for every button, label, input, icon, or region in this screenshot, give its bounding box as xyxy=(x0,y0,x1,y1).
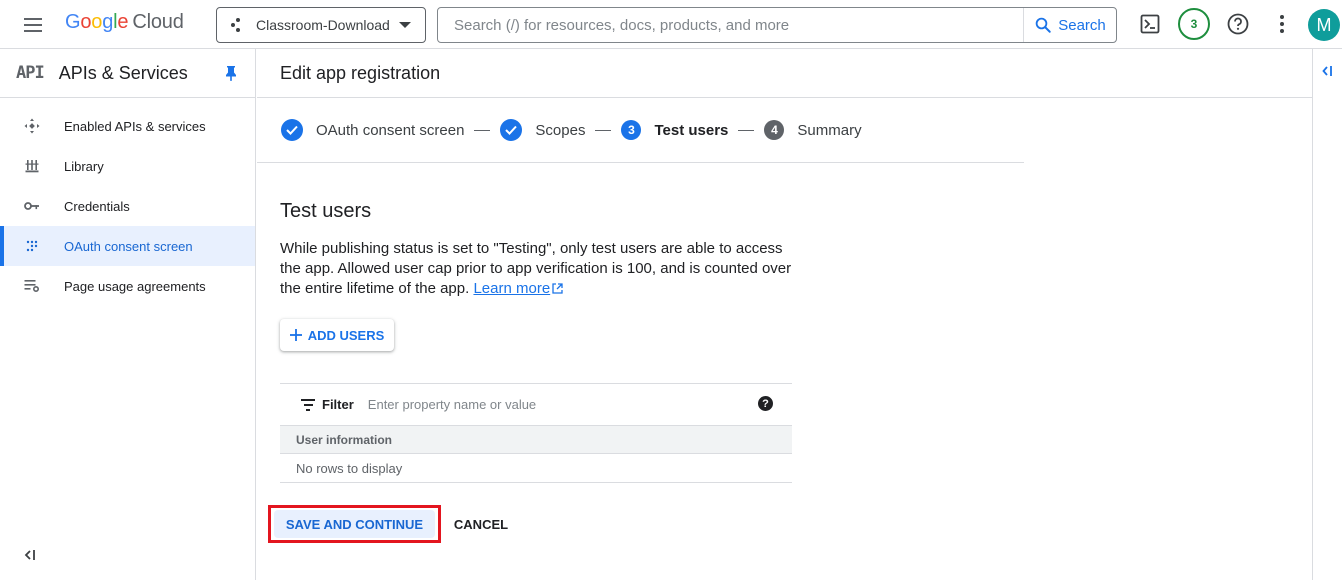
sidebar-item-enabled-apis[interactable]: Enabled APIs & services xyxy=(0,106,255,146)
filter-label: Filter xyxy=(322,397,354,412)
section-title: Test users xyxy=(280,200,372,222)
help-icon xyxy=(1227,13,1249,35)
api-logo-icon: API xyxy=(16,63,45,83)
step-number: 3 xyxy=(621,120,642,140)
filter-icon xyxy=(301,398,315,411)
learn-more-link[interactable]: Learn more xyxy=(473,280,550,297)
save-button-highlight: SAVE AND CONTINUE xyxy=(268,505,441,543)
cancel-button[interactable]: CANCEL xyxy=(448,514,514,534)
chevron-down-icon xyxy=(399,22,411,28)
help-button[interactable] xyxy=(1223,9,1253,39)
plus-icon xyxy=(289,329,302,341)
enabled-apis-icon xyxy=(24,118,40,134)
project-picker[interactable]: Classroom-Download xyxy=(216,7,426,43)
help-icon[interactable]: ? xyxy=(758,396,773,411)
test-users-table: Filter ? User information No rows to dis… xyxy=(280,383,792,483)
google-cloud-logo[interactable]: Google Cloud xyxy=(65,11,184,34)
page-title: Edit app registration xyxy=(280,62,441,83)
search-button[interactable]: Search xyxy=(1023,8,1116,42)
table-empty-row: No rows to display xyxy=(280,454,792,483)
filter-input[interactable] xyxy=(367,397,728,412)
sidebar-item-oauth-consent-screen[interactable]: OAuth consent screen xyxy=(0,226,255,266)
step-separator xyxy=(738,129,755,131)
oauth-icon xyxy=(24,238,40,254)
search-input[interactable] xyxy=(438,8,1023,42)
expand-panel-icon[interactable] xyxy=(1321,64,1335,83)
top-bar: GoogleCloud Classroom-Download Search 3 xyxy=(0,0,1342,49)
filter-bar: Filter ? xyxy=(280,383,792,425)
step-separator xyxy=(474,129,491,131)
add-users-button[interactable]: ADD USERS xyxy=(280,319,394,351)
cloud-shell-button[interactable] xyxy=(1135,9,1165,39)
step-separator xyxy=(595,129,612,131)
more-vert-icon xyxy=(1280,15,1284,33)
stepper: OAuth consent screen Scopes 3 Test users… xyxy=(257,98,1024,163)
search-bar: Search xyxy=(437,7,1117,43)
save-and-continue-button[interactable]: SAVE AND CONTINUE xyxy=(274,510,435,538)
terminal-icon xyxy=(1140,14,1160,34)
main-content: Edit app registration OAuth consent scre… xyxy=(257,49,1312,580)
step-oauth-consent-screen[interactable]: OAuth consent screen xyxy=(281,119,464,141)
project-name: Classroom-Download xyxy=(256,17,390,33)
description: While publishing status is set to "Testi… xyxy=(280,240,792,297)
search-icon xyxy=(1035,17,1051,33)
page-header: Edit app registration xyxy=(257,49,1312,98)
sidebar-header: API APIs & Services xyxy=(0,49,255,98)
check-icon xyxy=(500,119,523,141)
avatar[interactable]: M xyxy=(1308,9,1340,41)
check-icon xyxy=(281,119,303,141)
right-panel-rail xyxy=(1312,49,1342,580)
key-icon xyxy=(24,198,40,214)
sidebar-title[interactable]: APIs & Services xyxy=(59,63,188,84)
project-icon xyxy=(231,18,245,32)
pin-icon[interactable] xyxy=(225,65,237,86)
sidebar-item-credentials[interactable]: Credentials xyxy=(0,186,255,226)
main-menu-icon[interactable] xyxy=(20,13,48,37)
agreements-icon xyxy=(24,278,40,294)
step-scopes[interactable]: Scopes xyxy=(500,119,585,141)
sidebar-item-page-usage-agreements[interactable]: Page usage agreements xyxy=(0,266,255,306)
sidebar: API APIs & Services Enabled APIs & servi… xyxy=(0,49,256,580)
step-number: 4 xyxy=(764,120,785,140)
step-summary[interactable]: 4 Summary xyxy=(764,120,862,140)
library-icon xyxy=(24,158,40,174)
table-header: User information xyxy=(280,425,792,454)
column-header-user-information[interactable]: User information xyxy=(296,433,392,447)
external-link-icon xyxy=(552,283,563,294)
sidebar-item-library[interactable]: Library xyxy=(0,146,255,186)
step-test-users[interactable]: 3 Test users xyxy=(621,120,728,140)
collapse-sidebar-icon[interactable] xyxy=(22,547,42,567)
notifications-badge[interactable]: 3 xyxy=(1178,8,1210,40)
more-options-button[interactable] xyxy=(1267,9,1297,39)
